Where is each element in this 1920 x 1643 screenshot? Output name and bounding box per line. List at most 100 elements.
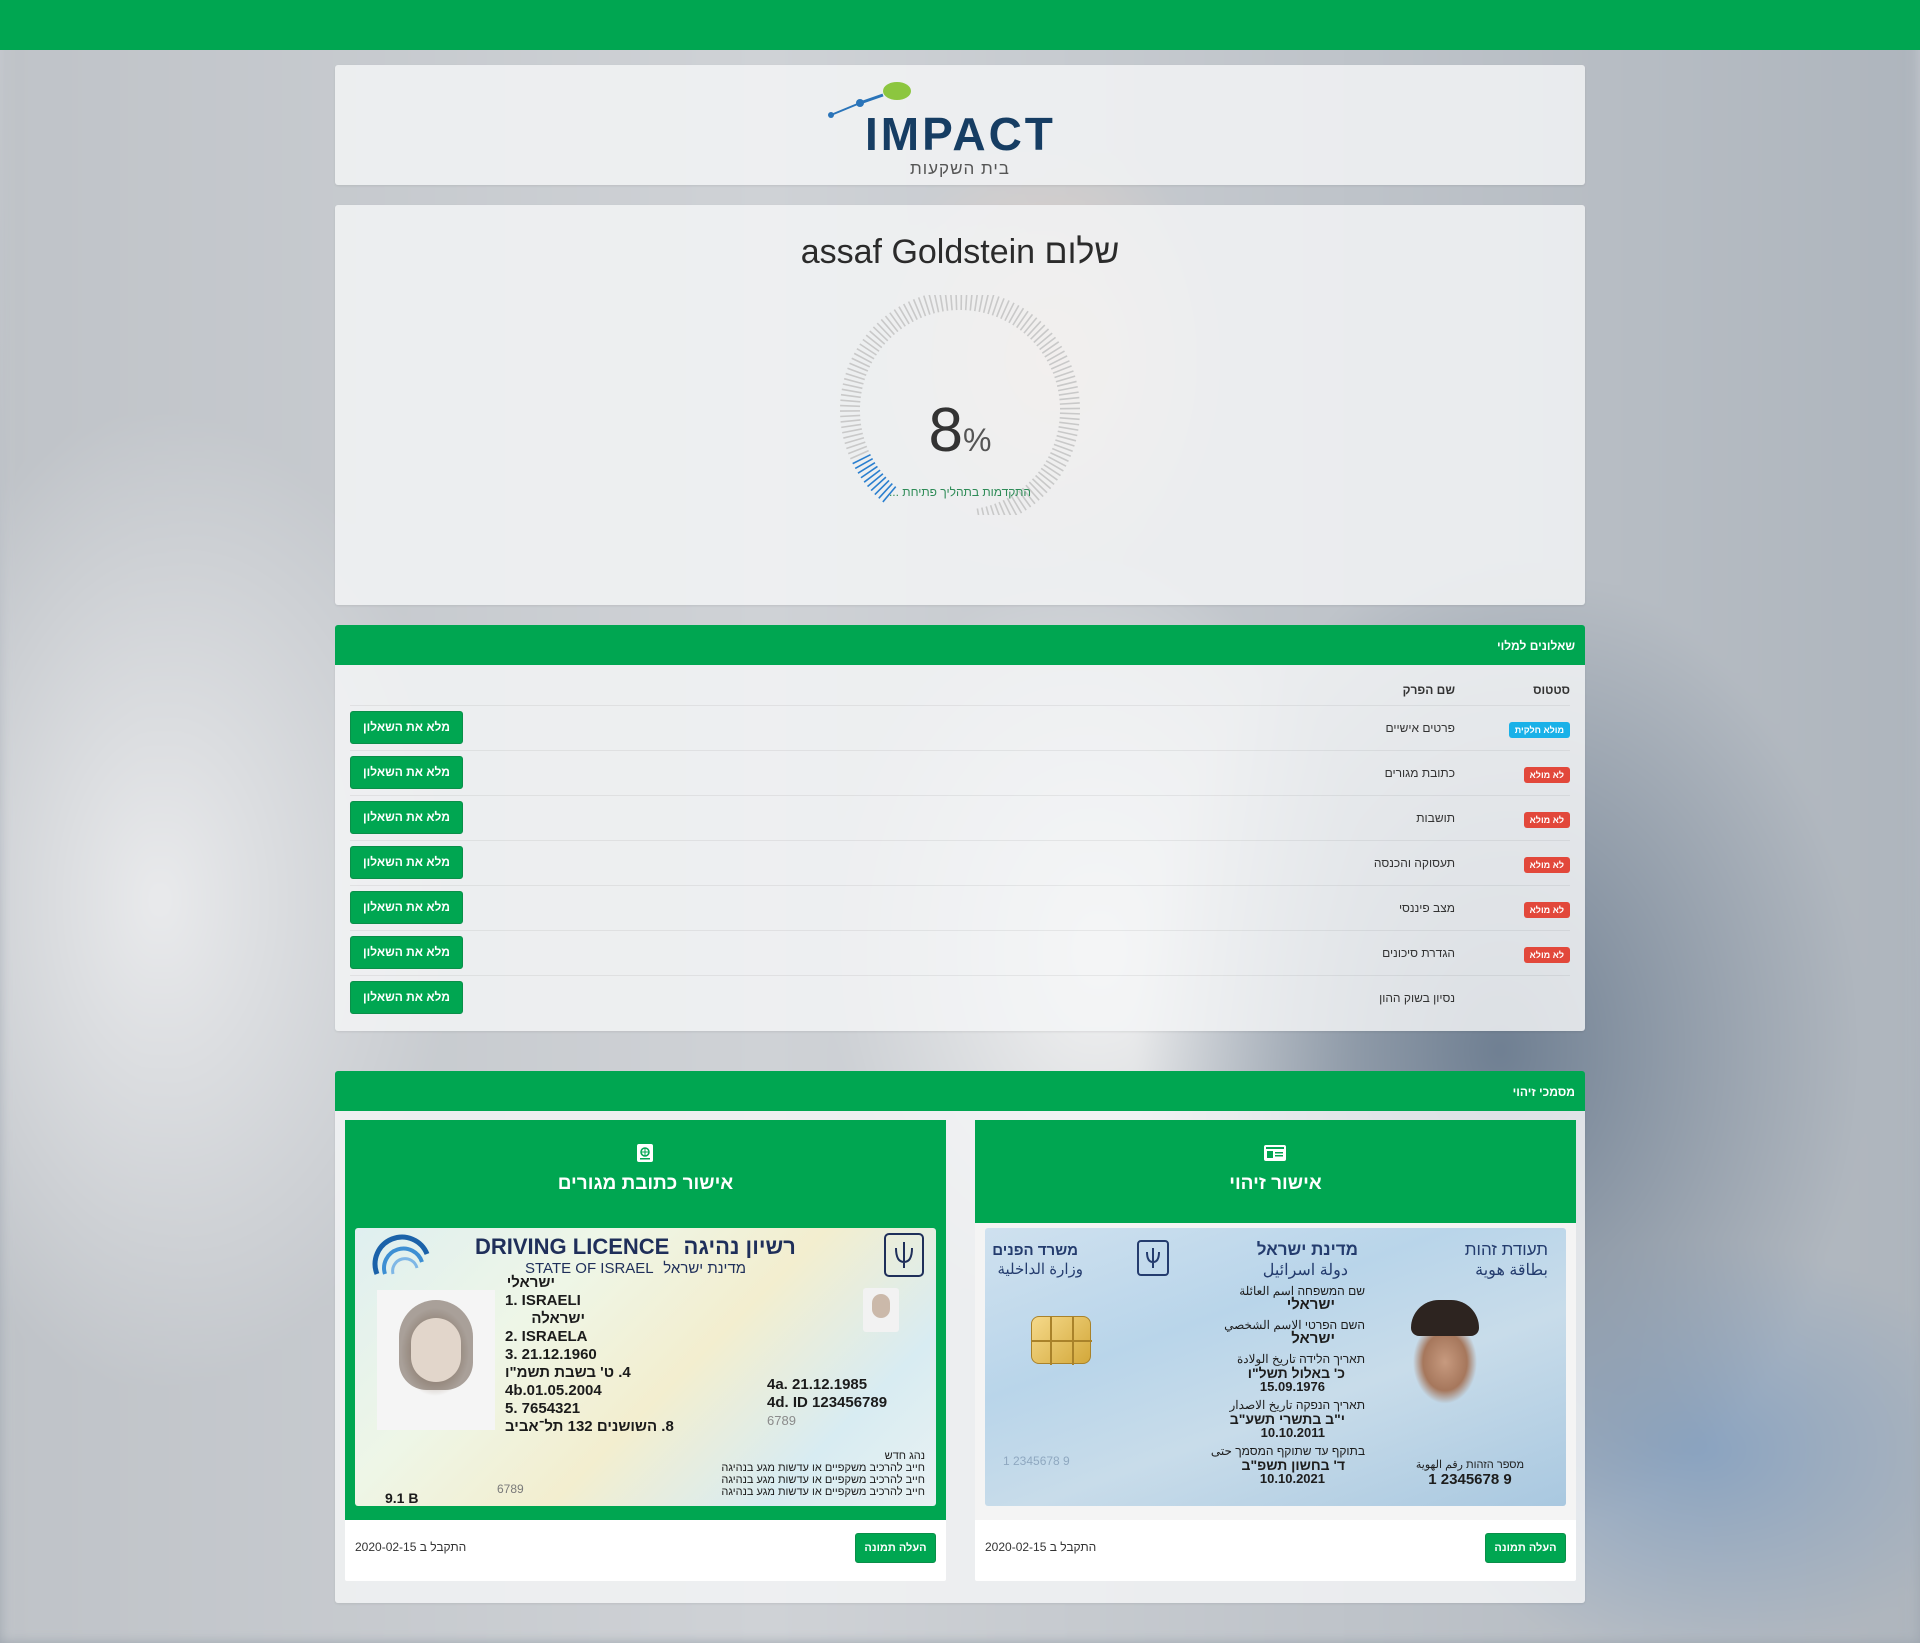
row-name: כתובת מגורים [1384, 766, 1455, 780]
address-proof-card: אישור כתובת מגורים DRIVING LICENCE רשיון… [345, 1120, 946, 1581]
progress-tick [872, 326, 889, 342]
documents-panel: אישור כתובת מגורים DRIVING LICENCE רשיון… [335, 1111, 1585, 1603]
progress-tick [843, 377, 864, 385]
progress-tick [1040, 467, 1058, 481]
id-dob-2: 15.09.1976 [1259, 1379, 1325, 1394]
progress-tick [1002, 499, 1012, 515]
id-card-image[interactable]: תעודת זהות بطاقة هوية מדינת ישראל دولة ا… [985, 1228, 1566, 1506]
id-number-label: מספר הזהות رقم الهوية [1415, 1459, 1525, 1471]
documents-header: מסמכי זיהוי [335, 1071, 1585, 1111]
licence-f4b: 4b.01.05.2004 [505, 1382, 602, 1399]
fill-questionnaire-button[interactable]: מלא את השאלון [350, 891, 463, 924]
progress-tick [950, 295, 953, 311]
id-issue-label: תאריך הנפקה تاريخ الاصدار [1229, 1398, 1365, 1412]
licence-f1: 1. ISRAELI [505, 1292, 581, 1309]
id-proof-header: אישור זיהוי [975, 1120, 1576, 1223]
id-issue: י"ב בתשרי תשע"ב [1229, 1411, 1345, 1427]
progress-tick [898, 306, 910, 325]
licence-f5: 5. 7654321 [505, 1400, 581, 1417]
progress-tick [928, 295, 935, 314]
logo-panel: IMPACT בית השקעות [335, 65, 1585, 185]
id-t3: משרד הפנים [992, 1242, 1078, 1259]
address-proof-header: אישור כתובת מגורים [345, 1120, 946, 1223]
id-t1: תעודת זהות [1464, 1240, 1548, 1259]
fill-questionnaire-button[interactable]: מלא את השאלון [350, 846, 463, 879]
table-row: מולא חלקית פרטים אישיים מלא את השאלון [350, 705, 1570, 750]
fill-questionnaire-button[interactable]: מלא את השאלון [350, 711, 463, 744]
progress-tick [1036, 332, 1053, 347]
id-number-small: 1 2345678 9 [1003, 1454, 1070, 1468]
progress-tick [884, 315, 899, 333]
id-chip [1031, 1316, 1092, 1365]
table-row: לא מולא מצב פיננסי מלא את השאלון [350, 885, 1570, 930]
driving-licence-image[interactable]: DRIVING LICENCE רשיון נהיגה STATE OF ISR… [355, 1228, 936, 1506]
status-badge: מולא חלקית [1508, 722, 1570, 738]
questionnaires-title: שאלונים למלוי [1497, 639, 1575, 653]
table-row: לא מולא כתובת מגורים מלא את השאלון [350, 750, 1570, 795]
row-name: תעסוקה והכנסה [1373, 856, 1455, 870]
progress-tick [859, 343, 877, 356]
id-exp-2: 10.10.2021 [1259, 1471, 1325, 1486]
id-exp-label: בתוקף עד שתוקף המסמך حتى [1210, 1444, 1365, 1458]
progress-tick-filled [863, 469, 881, 483]
table-row: לא מולא תעסוקה והכנסה מלא את השאלון [350, 840, 1570, 885]
row-name: פרטים אישיים [1385, 721, 1455, 735]
progress-tick [1046, 350, 1065, 362]
progress-tick [1026, 320, 1042, 337]
licence-ghost-photo [863, 1288, 899, 1332]
table-row: לא מולא הגדרת סיכונים מלא את השאלון [350, 930, 1570, 975]
progress-tick [982, 295, 989, 314]
licence-title-en: DRIVING LICENCE [475, 1234, 670, 1259]
id-exp: ד' בחשון תשפ"ב [1241, 1457, 1345, 1473]
fill-questionnaire-button[interactable]: מלא את השאלון [350, 936, 463, 969]
fill-questionnaire-button[interactable]: מלא את השאלון [350, 756, 463, 789]
row-name: נסיון בשוק ההון [1379, 991, 1455, 1005]
progress-tick [1008, 304, 1020, 324]
progress-tick [856, 347, 875, 360]
progress-tick-filled [860, 465, 878, 479]
row-name: תושבות [1416, 811, 1455, 825]
progress-tick [1023, 317, 1038, 334]
progress-unit: % [963, 422, 992, 458]
licence-code: 6789 [497, 1482, 524, 1496]
licence-note-4: חייב להרכיב משקפיים או עדשות מגע בנהיגה [721, 1486, 925, 1498]
questionnaires-panel: סטטוס שם הפרק מולא חלקית פרטים אישיים מל… [335, 665, 1585, 1031]
progress-gauge: 8% התקדמות בתהליך פתיחת ... [830, 295, 1090, 515]
progress-number: 8 [928, 396, 964, 465]
menorah-emblem-icon [1137, 1240, 1169, 1276]
greeting-panel: שלום assaf Goldstein 8% התקדמות בתהליך פ… [335, 205, 1585, 605]
received-date: התקבל ב 2020-02-15 [355, 1540, 467, 1554]
licence-f4a: 4a. 21.12.1985 [767, 1376, 868, 1393]
logo-text: IMPACT [865, 108, 1056, 160]
progress-label: התקדמות בתהליך פתיחת ... [888, 485, 1032, 499]
progress-tick [1043, 463, 1061, 477]
licence-l2: ישראלה [531, 1310, 585, 1327]
greeting-title: שלום assaf Goldstein [800, 233, 1120, 271]
progress-tick [1037, 471, 1055, 486]
progress-tick [1041, 341, 1060, 354]
fill-questionnaire-button[interactable]: מלא את השאלון [350, 801, 463, 834]
status-badge: לא מולא [1523, 857, 1570, 873]
top-bar [0, 0, 1920, 50]
impact-logo[interactable]: IMPACT בית השקעות [825, 77, 1085, 178]
fill-questionnaire-button[interactable]: מלא את השאלון [350, 981, 463, 1014]
address-proof-image-frame: DRIVING LICENCE רשיון נהיגה STATE OF ISR… [345, 1223, 946, 1520]
licence-class: 9.1 B [385, 1490, 419, 1506]
progress-tick [944, 295, 949, 311]
progress-tick [1012, 307, 1025, 326]
col-name: שם הפרק [1402, 683, 1455, 697]
upload-image-button[interactable]: העלה תמונה [1485, 1533, 1566, 1563]
progress-tick [933, 295, 940, 313]
upload-image-button[interactable]: העלה תמונה [855, 1533, 936, 1563]
progress-tick [1044, 345, 1063, 358]
id-t1b: بطاقة هوية [1475, 1262, 1548, 1279]
progress-tick [1030, 324, 1046, 340]
id-t2: מדינת ישראל [1256, 1240, 1358, 1259]
id-t2b: دولة اسرائيل [1262, 1262, 1348, 1279]
table-row: נסיון בשוק ההון מלא את השאלון [350, 975, 1570, 1020]
address-proof-footer: התקבל ב 2020-02-15 העלה תמונה [345, 1520, 946, 1581]
status-badge: לא מולא [1523, 902, 1570, 918]
licence-f2: 2. ISRAELA [505, 1328, 588, 1345]
progress-tick [1057, 385, 1078, 392]
status-badge: לא מולא [1523, 767, 1570, 783]
